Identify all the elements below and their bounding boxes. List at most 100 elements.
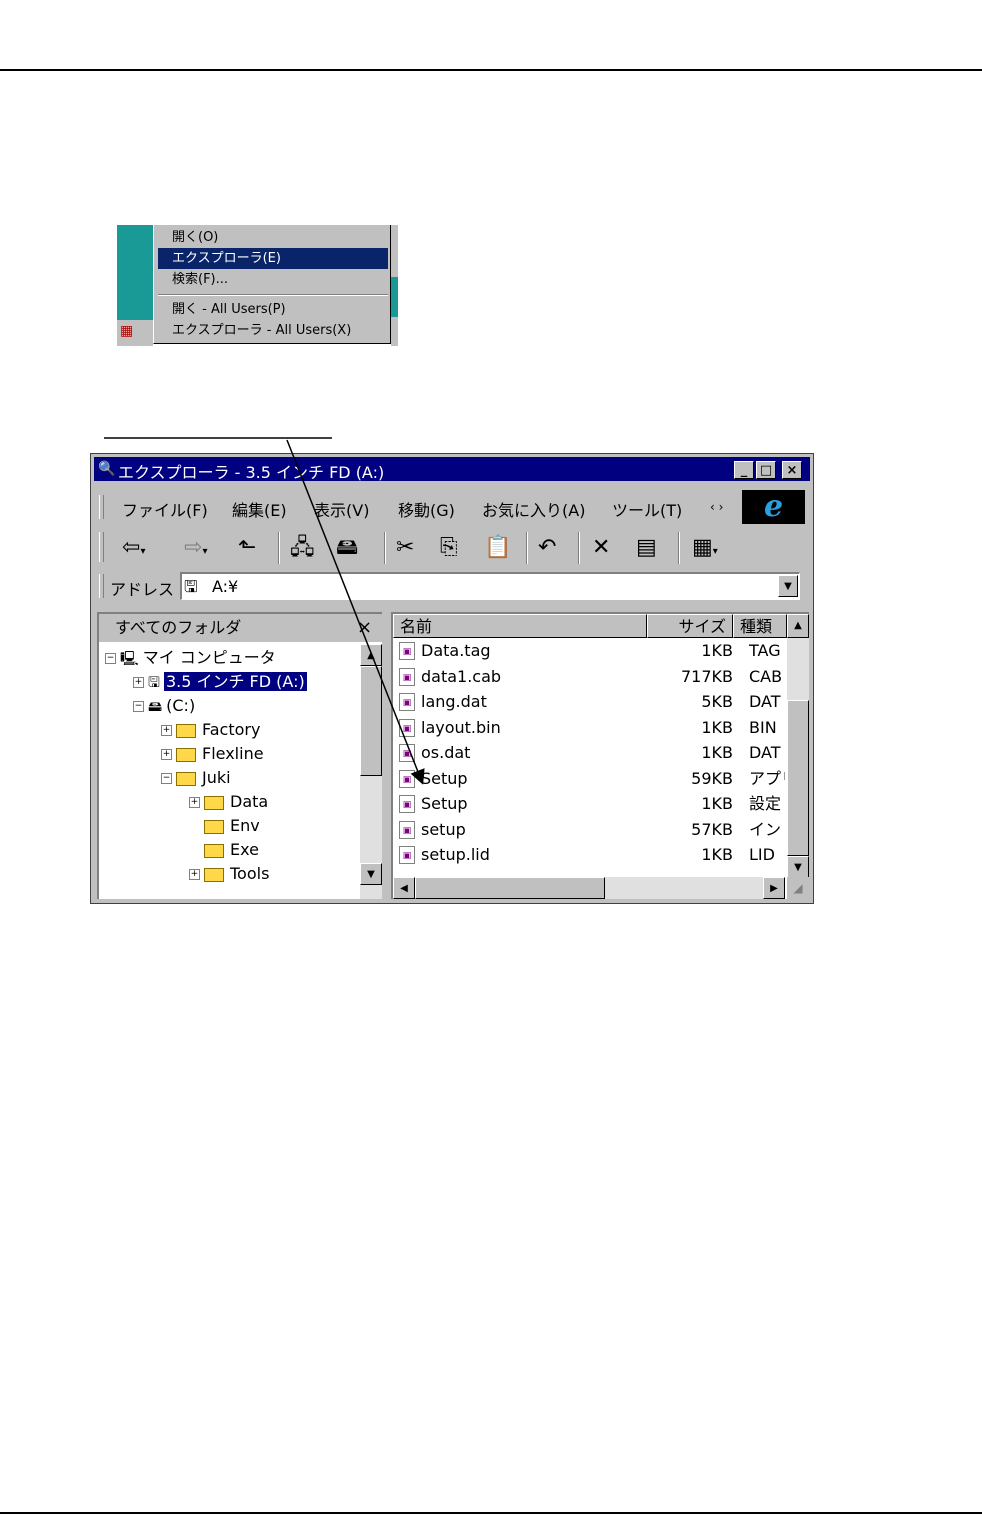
list-hscroll-thumb[interactable] [415,877,605,899]
tree-item[interactable]: + Flexline [161,742,264,766]
toolbar-grip[interactable] [99,532,104,562]
close-button[interactable]: × [782,461,802,479]
file-row[interactable]: ▣ Data.tag 1KB TAG [393,638,787,663]
list-scroll-up-icon[interactable]: ▲ [787,614,809,638]
tree-item[interactable]: − 🖴 (C:) [133,694,195,718]
ctx-search[interactable]: 検索(F)... [158,269,388,290]
file-row[interactable]: ▣ layout.bin 1KB BIN [393,715,787,740]
column-size[interactable]: サイズ [647,614,733,638]
tree-item[interactable]: + Tools [189,862,269,886]
expand-icon[interactable]: + [133,677,144,688]
resize-grip-icon[interactable]: ◢ [787,877,809,899]
tree-item[interactable]: + Data [189,790,268,814]
tree-item-label: 3.5 インチ FD (A:) [162,671,308,692]
tree-item[interactable]: + 🖫 3.5 インチ FD (A:) [133,670,308,694]
ctx-explorer-all-users[interactable]: エクスプローラ - All Users(X) [158,320,388,341]
ctx-open[interactable]: 開く(O) [158,227,388,248]
menu-overflow-chevron[interactable]: ‹ › [710,500,723,514]
file-row[interactable]: ▣ data1.cab 717KB CAB [393,664,787,689]
menu-favorites[interactable]: お気に入り(A) [482,497,585,521]
list-vscroll[interactable]: ▼ [787,638,809,878]
file-icon: ▣ [399,693,415,711]
floppy-icon: 🖫 [148,674,160,691]
undo-icon[interactable]: ↶ [538,534,556,562]
file-row[interactable]: ▣ setup 57KB イン [393,817,787,842]
file-row[interactable]: ▣ Setup 59KB アプリ [393,766,787,791]
computer-icon: 🖳 [120,650,139,667]
collapse-icon[interactable]: − [105,653,116,664]
list-scroll-down-icon[interactable]: ▼ [787,856,809,878]
file-size: 57KB [691,819,733,839]
ctx-explorer[interactable]: エクスプローラ(E) [158,248,388,269]
expand-icon[interactable]: + [161,725,172,736]
floppy-drive-icon: 🖫 [184,577,198,596]
menu-view[interactable]: 表示(V) [314,497,369,521]
copy-icon[interactable]: ⎘ [440,534,458,562]
tree-item[interactable]: − 🖳 マイ コンピュータ [105,646,276,670]
address-bar: アドレス 🖫 A:¥ ▼ [94,570,810,602]
tree-item-label: Env [230,816,260,835]
delete-icon[interactable]: ✕ [592,534,610,562]
tree-scroll-thumb[interactable] [360,666,382,776]
file-size: 1KB [701,743,733,762]
scroll-up-icon[interactable]: ▲ [360,644,382,666]
tree-item-label: Juki [202,768,231,787]
list-scroll-thumb[interactable] [787,700,809,856]
scroll-left-icon[interactable]: ◀ [393,877,415,899]
tree-item-label: (C:) [166,696,196,715]
address-grip[interactable] [99,574,104,598]
file-name: setup.lid [421,845,490,864]
file-name: data1.cab [421,666,502,686]
menu-go[interactable]: 移動(G) [398,497,455,521]
column-type[interactable]: 種類 [733,614,787,638]
window-title: エクスプローラ - 3.5 インチ FD (A:) [118,463,385,482]
file-name: lang.dat [421,692,487,711]
file-row[interactable]: ▣ Setup 1KB 設定 [393,791,787,816]
scroll-down-icon[interactable]: ▼ [360,863,382,885]
cut-icon[interactable]: ✂ [396,534,414,562]
address-input[interactable]: 🖫 A:¥ ▼ [180,572,800,600]
properties-icon[interactable]: ▤ [636,534,657,562]
tree-vscroll[interactable]: ▲ ▼ [360,644,382,899]
disconnect-drive-icon[interactable]: 🖴 [336,534,358,562]
tree-item[interactable]: Env [189,814,260,838]
scroll-right-icon[interactable]: ▶ [763,877,785,899]
views-icon[interactable]: ▦▾ [692,534,718,562]
file-row[interactable]: ▣ lang.dat 5KB DAT [393,689,787,714]
expand-icon[interactable]: + [189,797,200,808]
up-folder-icon[interactable]: ⬑ [238,534,256,562]
maximize-button[interactable]: □ [756,461,776,479]
forward-arrow-icon[interactable]: ⇨▾ [184,534,207,562]
minimize-button[interactable]: _ [734,461,754,479]
collapse-icon[interactable]: − [161,773,172,784]
address-dropdown-icon[interactable]: ▼ [778,575,798,597]
ctx-open-all-users[interactable]: 開く - All Users(P) [158,299,388,320]
file-icon: ▣ [399,642,415,660]
column-name[interactable]: 名前 [393,614,647,638]
tree-item[interactable]: + Factory [161,718,260,742]
tree-item[interactable]: − Juki [161,766,231,790]
folder-pane-close-icon[interactable]: × [357,614,372,642]
back-arrow-icon[interactable]: ⇦▾ [122,534,145,562]
title-bar[interactable]: 🔍 エクスプローラ - 3.5 インチ FD (A:) _ □ × [94,457,810,482]
file-row[interactable]: ▣ os.dat 1KB DAT [393,740,787,765]
expand-icon[interactable]: + [161,749,172,760]
menu-edit[interactable]: 編集(E) [232,497,287,521]
file-icon: ▣ [399,795,415,813]
folder-icon [204,843,224,858]
file-type: イン [749,819,782,839]
menubar-grip[interactable] [99,495,104,519]
file-row[interactable]: ▣ setup.lid 1KB LID [393,842,787,867]
collapse-icon[interactable]: − [133,701,144,712]
menu-tools[interactable]: ツール(T) [612,497,682,521]
start-menu-icon[interactable]: ▦ [120,323,133,339]
desktop-edge [391,225,398,346]
paste-icon[interactable]: 📋 [484,534,511,562]
ie-logo-icon: e [742,490,805,524]
menu-file[interactable]: ファイル(F) [122,497,208,521]
tree-item-label: Exe [230,840,259,859]
map-drive-icon[interactable]: 🖧 [290,534,315,562]
tree-item[interactable]: Exe [189,838,259,862]
expand-icon[interactable]: + [189,869,200,880]
list-hscroll[interactable]: ◀ ▶ [393,877,785,899]
